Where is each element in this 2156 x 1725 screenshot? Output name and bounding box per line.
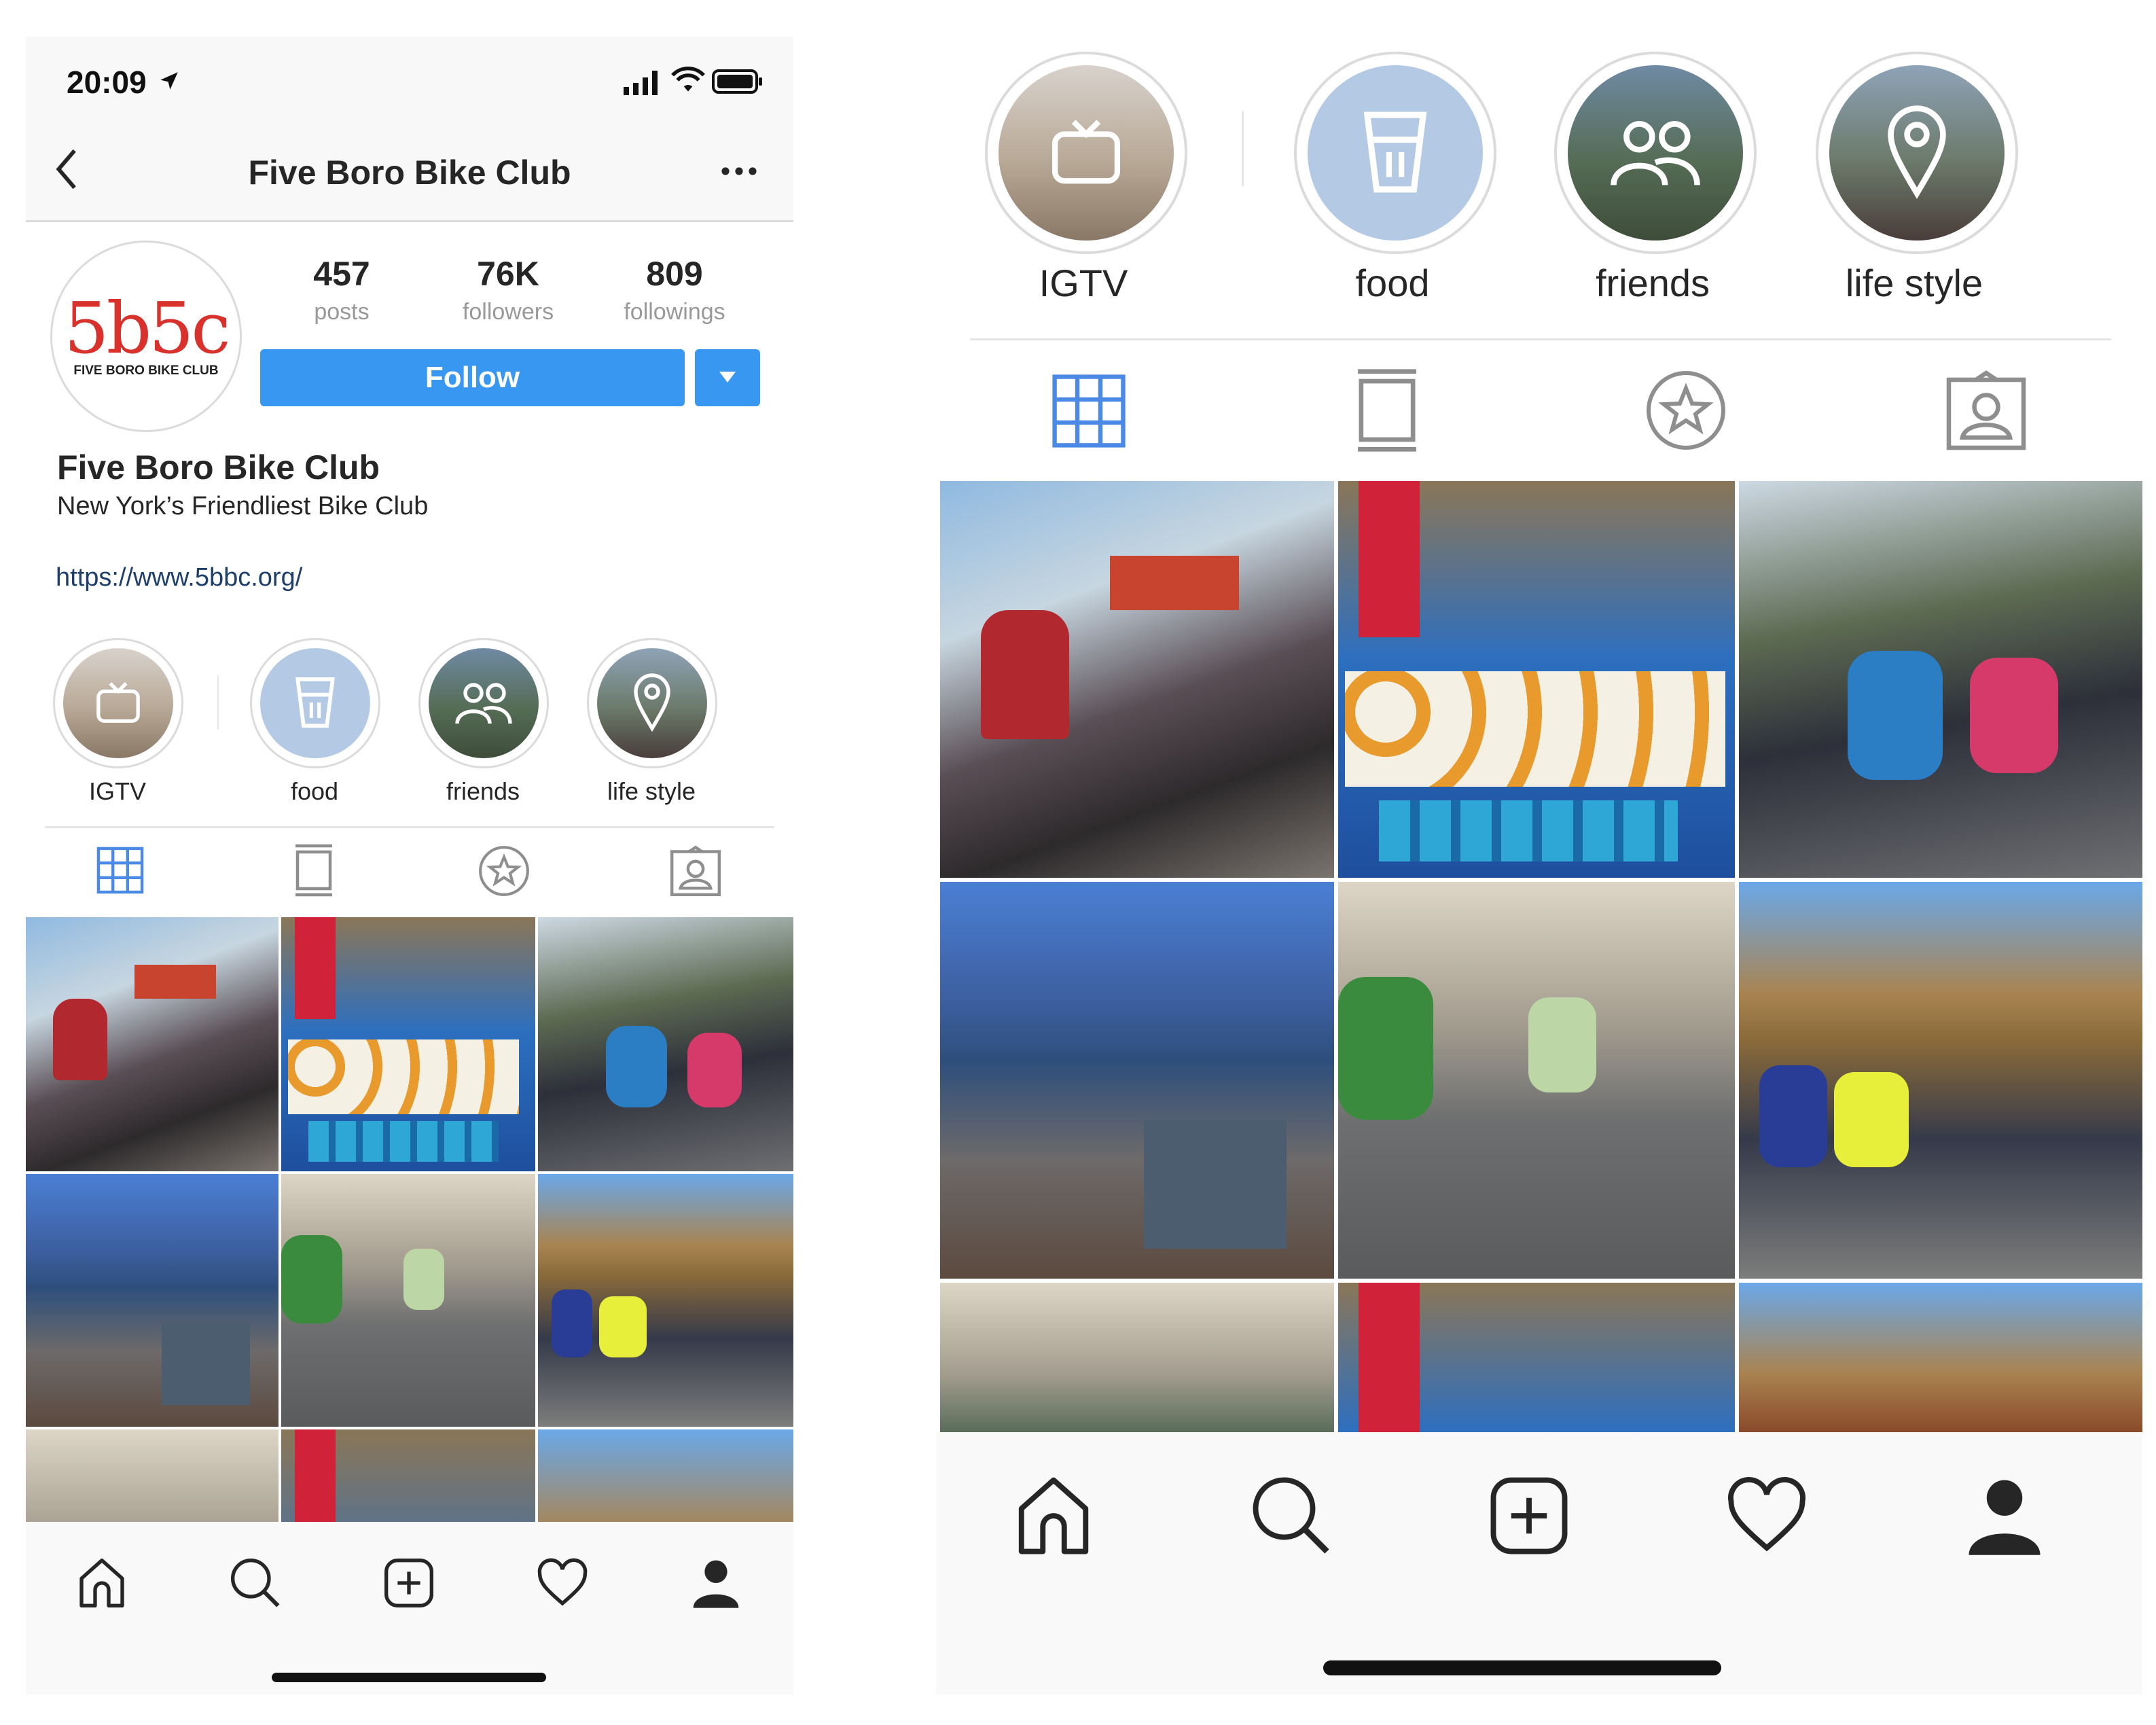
highlight-food[interactable] [250, 638, 380, 768]
stat-value: 457 [313, 255, 370, 293]
highlight-friends[interactable] [1554, 52, 1757, 254]
tagged-icon[interactable] [670, 845, 721, 897]
nav-bar: Five Boro Bike Club [26, 125, 793, 222]
add-icon[interactable] [1486, 1473, 1572, 1559]
phone-right-zoomed: IGTV food friends life style [936, 37, 2142, 1694]
more-options-icon[interactable] [719, 158, 759, 185]
grid-photo[interactable] [940, 1283, 1334, 1432]
star-icon[interactable] [478, 845, 530, 897]
logo-text: 5b5c [64, 287, 230, 370]
stat-followers[interactable]: 76K followers [440, 254, 576, 325]
grid-photo[interactable] [940, 882, 1334, 1279]
highlight-food[interactable] [1294, 52, 1496, 254]
phone-left: 20:09 Five Boro Bike Club 5b5c FIVE BORO… [26, 37, 793, 1694]
highlight-label: food [1355, 262, 1430, 304]
status-time: 20:09 [67, 65, 147, 100]
status-bar: 20:09 [26, 37, 793, 125]
highlight-life-style[interactable] [1816, 52, 2018, 254]
photo-grid [26, 917, 793, 1597]
highlight-igtv[interactable] [53, 638, 183, 768]
feed-icon[interactable] [293, 844, 335, 897]
heart-icon[interactable] [535, 1556, 590, 1610]
highlight-label: food [290, 777, 339, 805]
highlight-divider [1242, 111, 1244, 186]
profile-link[interactable]: https://www.5bbc.org/ [56, 563, 302, 592]
grid-icon[interactable] [1052, 374, 1126, 448]
tabs-divider [45, 826, 774, 828]
grid-photo[interactable] [538, 1174, 793, 1427]
home-indicator[interactable] [272, 1673, 546, 1682]
profile-icon[interactable] [1962, 1473, 2047, 1559]
stat-label: followers [462, 299, 554, 325]
people-icon [455, 683, 512, 724]
caret-down-icon [719, 372, 736, 383]
profile-bio: New York’s Friendliest Bike Club [57, 492, 429, 520]
home-indicator[interactable] [1323, 1660, 1721, 1675]
photo-grid [940, 481, 2142, 1432]
profile-name: Five Boro Bike Club [57, 448, 380, 486]
grid-photo[interactable] [1739, 481, 2142, 878]
highlight-label: friends [1595, 262, 1710, 304]
highlight-label: friends [446, 777, 520, 805]
grid-photo[interactable] [1338, 481, 1735, 878]
grid-photo[interactable] [538, 917, 793, 1171]
grid-photo[interactable] [1338, 882, 1735, 1279]
highlight-label: life style [607, 777, 696, 805]
page-title: Five Boro Bike Club [248, 154, 571, 192]
highlight-igtv[interactable] [985, 52, 1187, 254]
battery-icon [712, 69, 762, 94]
grid-photo[interactable] [1338, 1283, 1735, 1432]
grid-photo[interactable] [281, 1174, 535, 1427]
search-icon[interactable] [228, 1556, 283, 1610]
highlight-label: IGTV [88, 777, 146, 805]
highlight-label: IGTV [1039, 262, 1128, 304]
feed-icon[interactable] [1354, 368, 1420, 452]
highlight-label: life style [1845, 262, 1983, 304]
bottom-nav [936, 1432, 2142, 1694]
grid-photo[interactable] [1739, 1283, 2142, 1432]
grid-icon[interactable] [96, 847, 144, 894]
profile-icon[interactable] [689, 1556, 743, 1610]
back-chevron-icon[interactable] [53, 145, 80, 193]
tagged-icon[interactable] [1945, 370, 2027, 451]
location-arrow-icon [160, 72, 178, 90]
highlight-divider [217, 675, 219, 730]
grid-photo[interactable] [26, 1174, 279, 1427]
stat-posts[interactable]: 457 posts [274, 254, 410, 325]
highlight-life-style[interactable] [587, 638, 717, 768]
highlight-friends[interactable] [418, 638, 549, 768]
signal-icon [624, 71, 658, 95]
stat-value: 76K [477, 255, 539, 293]
home-icon[interactable] [75, 1556, 129, 1610]
stat-following[interactable]: 809 followings [607, 254, 742, 325]
tv-icon [1052, 120, 1120, 184]
follow-button[interactable]: Follow [260, 349, 685, 406]
tabs-divider [970, 338, 2111, 340]
tv-icon [96, 681, 140, 723]
star-icon[interactable] [1645, 370, 1727, 451]
add-icon[interactable] [382, 1556, 436, 1610]
stat-label: posts [314, 299, 370, 325]
stat-value: 809 [646, 255, 703, 293]
bottom-nav [26, 1522, 793, 1694]
people-icon [1611, 121, 1700, 185]
grid-photo[interactable] [26, 917, 279, 1171]
suggested-dropdown-button[interactable] [695, 349, 760, 406]
grid-photo[interactable] [1739, 882, 2142, 1279]
home-icon[interactable] [1011, 1473, 1096, 1559]
location-pin-icon [1888, 105, 1946, 199]
cup-icon [1363, 111, 1427, 193]
logo-subtitle: FIVE BORO BIKE CLUB [73, 363, 219, 378]
heart-icon[interactable] [1724, 1473, 1810, 1559]
profile-avatar[interactable]: 5b5c FIVE BORO BIKE CLUB [50, 241, 242, 432]
search-icon[interactable] [1248, 1473, 1334, 1559]
grid-photo[interactable] [281, 917, 535, 1171]
stat-label: followings [624, 299, 725, 325]
location-pin-icon [634, 673, 670, 732]
cup-icon [295, 677, 335, 728]
grid-photo[interactable] [940, 481, 1334, 878]
wifi-icon [671, 67, 705, 92]
